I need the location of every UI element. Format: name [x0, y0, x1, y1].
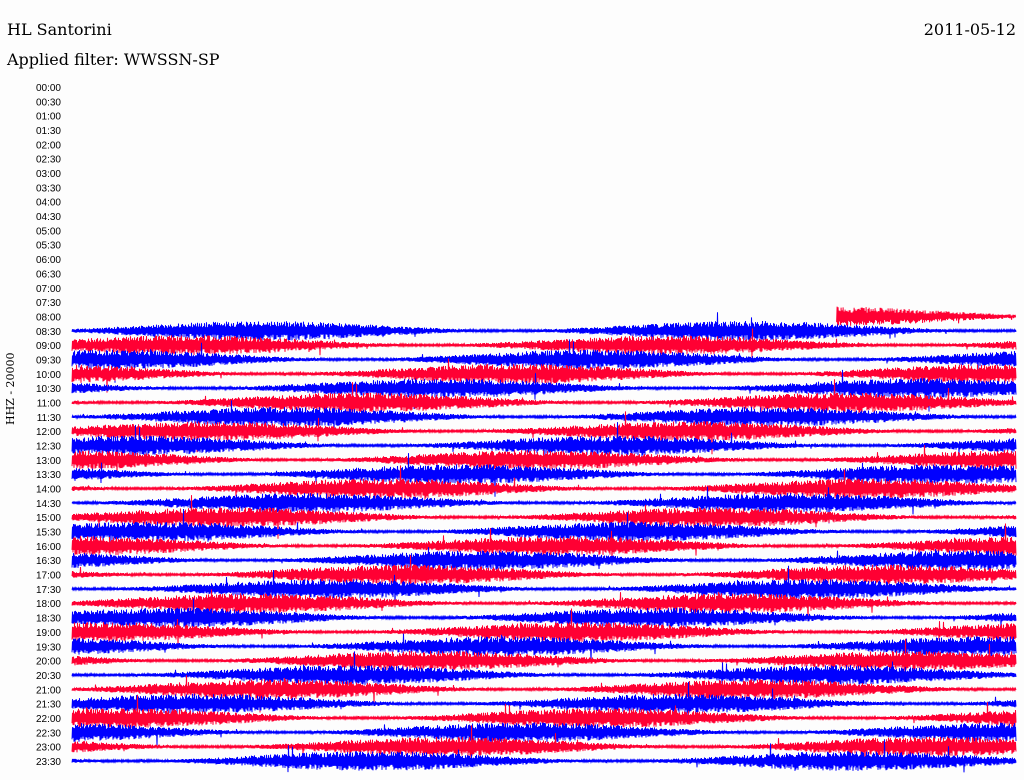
y-tick-label: 13:30 [36, 470, 61, 481]
y-tick-label: 20:30 [36, 671, 61, 682]
y-tick-label: 18:00 [36, 599, 61, 610]
y-tick-label: 05:00 [36, 226, 61, 237]
y-tick-label: 04:30 [36, 212, 61, 223]
y-tick-label: 01:30 [36, 126, 61, 137]
y-tick-label: 00:30 [36, 97, 61, 108]
y-tick-label: 14:00 [36, 485, 61, 496]
y-tick-label: 21:30 [36, 700, 61, 711]
y-tick-label: 02:00 [36, 140, 61, 151]
y-tick-label: 06:00 [36, 255, 61, 266]
y-tick-label: 04:00 [36, 198, 61, 209]
y-tick-label: 23:30 [36, 757, 61, 768]
y-tick-label: 07:30 [36, 298, 61, 309]
y-tick-label: 17:30 [36, 585, 61, 596]
y-tick-label: 14:30 [36, 499, 61, 510]
y-tick-label: 10:30 [36, 384, 61, 395]
y-tick-label: 19:30 [36, 642, 61, 653]
y-tick-label: 12:30 [36, 442, 61, 453]
helicorder-page: HL Santorini 2011-05-12 Applied filter: … [0, 0, 1024, 780]
y-tick-label: 11:00 [37, 398, 62, 409]
y-tick-label: 09:30 [36, 355, 61, 366]
y-tick-label: 00:00 [36, 83, 61, 94]
y-tick-label: 18:30 [36, 614, 61, 625]
y-tick-label: 20:00 [36, 657, 61, 668]
y-tick-label: 17:00 [36, 571, 61, 582]
y-tick-label: 16:30 [36, 556, 61, 567]
trace-row-0800 [836, 306, 1017, 326]
y-tick-label: 05:30 [36, 241, 61, 252]
y-tick-label: 08:00 [36, 312, 61, 323]
y-tick-label: 16:00 [36, 542, 61, 553]
y-tick-label: 09:00 [36, 341, 61, 352]
helicorder-plot: 00:00 00:30 01:00 01:30 02:00 02:30 03:00 03:30… [36, 83, 1017, 773]
y-tick-label: 01:00 [36, 112, 61, 123]
y-tick-label: 22:00 [36, 714, 61, 725]
y-tick-label: 23:00 [36, 743, 61, 754]
y-tick-label: 12:00 [36, 427, 61, 438]
y-tick-label: 13:00 [36, 456, 61, 467]
y-tick-label: 15:30 [36, 528, 61, 539]
y-tick-label: 03:30 [36, 183, 61, 194]
y-tick-label: 21:00 [36, 685, 61, 696]
y-tick-label: 07:00 [36, 284, 61, 295]
y-tick-label: 10:00 [36, 370, 61, 381]
y-tick-label: 03:00 [36, 169, 61, 180]
y-tick-label: 11:30 [37, 413, 62, 424]
y-tick-label: 15:00 [36, 513, 61, 524]
y-tick-label: 06:30 [36, 269, 61, 280]
y-tick-label: 02:30 [36, 155, 61, 166]
y-tick-label: 22:30 [36, 728, 61, 739]
y-tick-label: 08:30 [36, 327, 61, 338]
y-tick-label: 19:00 [36, 628, 61, 639]
